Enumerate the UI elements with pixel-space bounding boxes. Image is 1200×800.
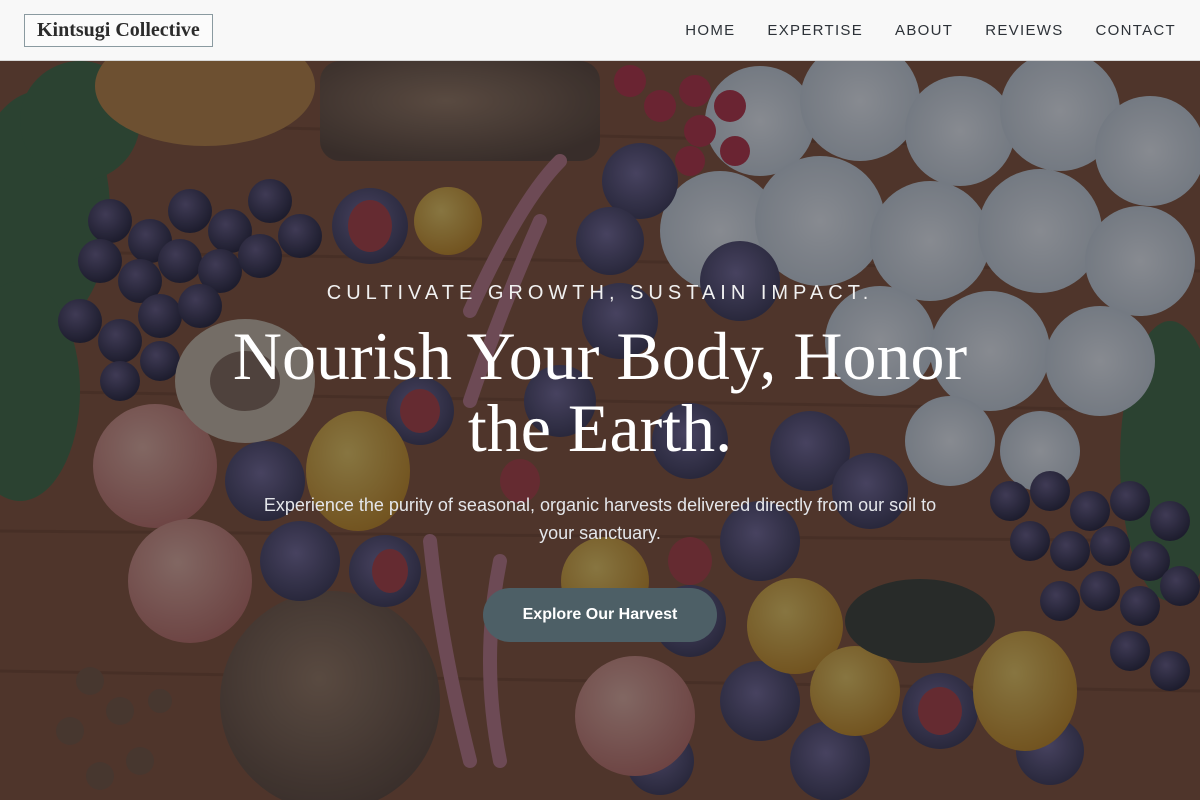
explore-harvest-button[interactable]: Explore Our Harvest: [483, 588, 717, 642]
nav-contact[interactable]: CONTACT: [1096, 22, 1176, 39]
hero-tagline: CULTIVATE GROWTH, SUSTAIN IMPACT.: [326, 282, 874, 304]
hero-headline: Nourish Your Body, Honor the Earth.: [232, 318, 968, 466]
nav-about[interactable]: ABOUT: [895, 22, 953, 39]
hero-subtext: Experience the purity of seasonal, organ…: [263, 495, 937, 543]
main-nav: HOME EXPERTISE ABOUT REVIEWS CONTACT: [685, 22, 1176, 39]
hero-section: CULTIVATE GROWTH, SUSTAIN IMPACT. Nouris…: [0, 61, 1200, 800]
nav-reviews[interactable]: REVIEWS: [985, 22, 1063, 39]
nav-expertise[interactable]: EXPERTISE: [767, 22, 863, 39]
nav-home[interactable]: HOME: [685, 22, 735, 39]
brand-logo[interactable]: Kintsugi Collective: [24, 13, 213, 47]
hero-content: CULTIVATE GROWTH, SUSTAIN IMPACT. Nouris…: [0, 61, 1200, 800]
site-header: Kintsugi Collective HOME EXPERTISE ABOUT…: [0, 0, 1200, 61]
